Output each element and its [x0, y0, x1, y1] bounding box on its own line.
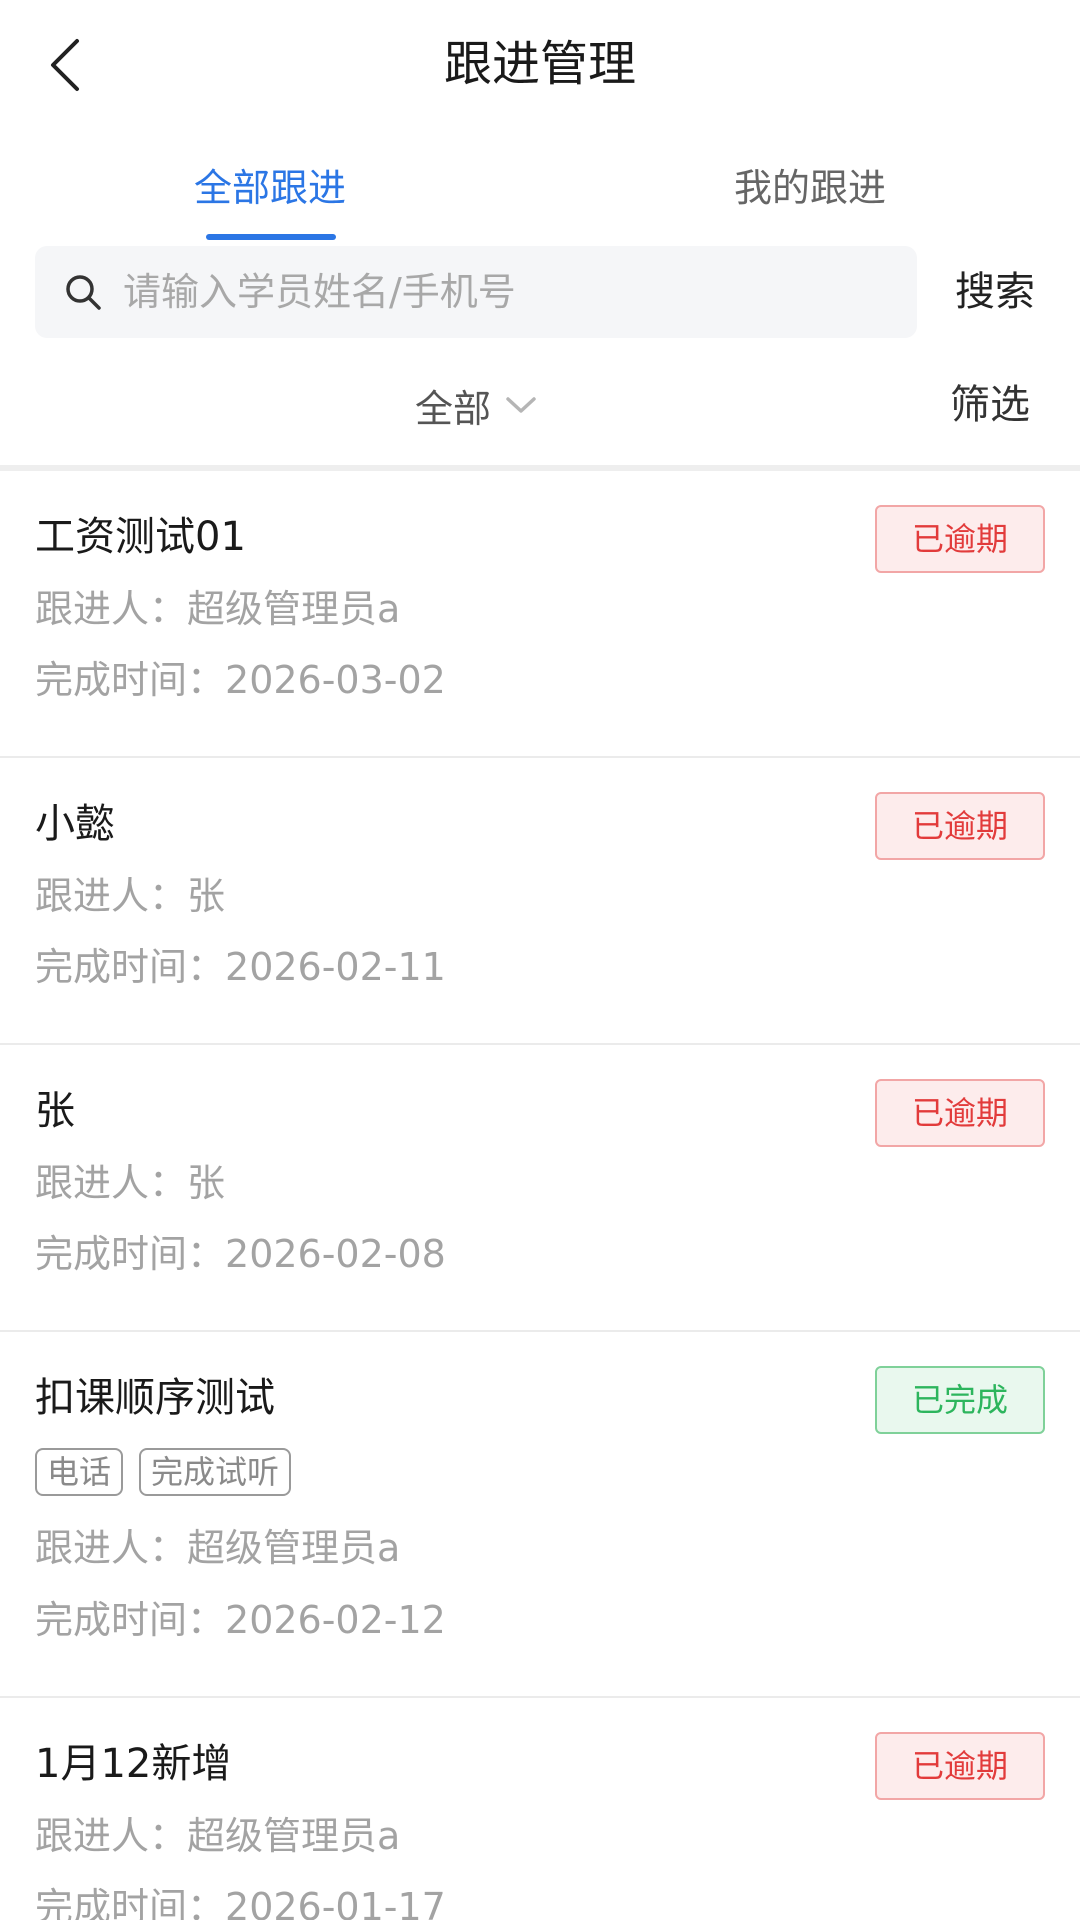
- finish-time-prefix: 完成时间：: [35, 658, 226, 702]
- finish-time-value: 2026-02-08: [225, 1232, 446, 1276]
- search-icon: [66, 275, 101, 310]
- follower-value: 张: [187, 1161, 226, 1205]
- follower-line: 跟进人：超级管理员a: [35, 1520, 400, 1576]
- status-badge: 已逾期: [875, 792, 1045, 860]
- page-title: 跟进管理: [443, 36, 636, 92]
- finish-time-line: 完成时间：2026-02-08: [35, 1226, 446, 1282]
- finish-time-line: 完成时间：2026-02-11: [35, 939, 446, 995]
- follower-prefix: 跟进人：: [35, 874, 188, 918]
- follower-prefix: 跟进人：: [35, 587, 188, 631]
- list-item[interactable]: 小懿 已逾期 跟进人：张 完成时间：2026-02-11: [0, 758, 1080, 1045]
- header: 跟进管理: [0, 0, 1080, 130]
- follower-prefix: 跟进人：: [35, 1814, 188, 1858]
- tag-row: 电话 完成试听: [35, 1448, 292, 1496]
- tag: 电话: [35, 1448, 124, 1496]
- status-badge: 已逾期: [875, 505, 1045, 573]
- filter-row: 全部 筛选: [0, 370, 1080, 440]
- follower-value: 张: [187, 874, 226, 918]
- search-box: [35, 246, 917, 338]
- list-item[interactable]: 张 已逾期 跟进人：张 完成时间：2026-02-08: [0, 1045, 1080, 1332]
- status-badge: 已完成: [875, 1366, 1045, 1434]
- student-name: 张: [35, 1088, 75, 1134]
- finish-time-prefix: 完成时间：: [35, 1885, 226, 1920]
- status-badge: 已逾期: [875, 1079, 1045, 1147]
- student-name: 小懿: [35, 801, 115, 847]
- chevron-down-icon: [506, 397, 536, 413]
- follower-prefix: 跟进人：: [35, 1161, 188, 1205]
- follower-prefix: 跟进人：: [35, 1526, 188, 1570]
- follower-value: 超级管理员a: [187, 1814, 401, 1858]
- finish-time-line: 完成时间：2026-02-12: [35, 1592, 446, 1648]
- active-tab-indicator: [206, 234, 336, 240]
- student-name: 扣课顺序测试: [35, 1375, 275, 1421]
- list-item[interactable]: 扣课顺序测试 已完成 电话 完成试听 跟进人：超级管理员a 完成时间：2026-…: [0, 1332, 1080, 1698]
- follower-line: 跟进人：张: [35, 1155, 225, 1211]
- finish-time-line: 完成时间：2026-01-17: [35, 1879, 446, 1920]
- follower-value: 超级管理员a: [187, 1526, 401, 1570]
- status-dropdown-label: 全部: [415, 386, 492, 431]
- search-input[interactable]: [121, 251, 885, 333]
- finish-time-prefix: 完成时间：: [35, 1598, 226, 1642]
- followup-list: 工资测试01 已逾期 跟进人：超级管理员a 完成时间：2026-03-02 小懿…: [0, 471, 1080, 1920]
- student-name: 1月12新增: [35, 1741, 232, 1787]
- tag: 完成试听: [139, 1448, 292, 1496]
- filter-button[interactable]: 筛选: [950, 370, 1030, 440]
- finish-time-value: 2026-02-11: [225, 945, 446, 989]
- follower-line: 跟进人：超级管理员a: [35, 1808, 400, 1864]
- follower-line: 跟进人：张: [35, 868, 225, 924]
- student-name: 工资测试01: [35, 514, 246, 560]
- status-dropdown[interactable]: 全部: [415, 370, 539, 440]
- list-item[interactable]: 1月12新增 已逾期 跟进人：超级管理员a 完成时间：2026-01-17: [0, 1698, 1080, 1920]
- finish-time-value: 2026-03-02: [225, 658, 446, 702]
- finish-time-prefix: 完成时间：: [35, 945, 226, 989]
- follower-line: 跟进人：超级管理员a: [35, 581, 400, 637]
- status-badge: 已逾期: [875, 1732, 1045, 1800]
- finish-time-line: 完成时间：2026-03-02: [35, 652, 446, 708]
- app-root: 跟进管理 全部跟进 我的跟进 搜索 全部 筛选 工资测试01 已逾期 跟进人：超…: [0, 0, 1080, 1920]
- finish-time-prefix: 完成时间：: [35, 1232, 226, 1276]
- search-button[interactable]: 搜索: [940, 256, 1050, 328]
- follower-value: 超级管理员a: [187, 587, 401, 631]
- tab-all-followups[interactable]: 全部跟进: [150, 150, 390, 240]
- tab-bar: 全部跟进 我的跟进: [0, 150, 1080, 240]
- finish-time-value: 2026-01-17: [225, 1885, 446, 1920]
- list-item[interactable]: 工资测试01 已逾期 跟进人：超级管理员a 完成时间：2026-03-02: [0, 471, 1080, 758]
- tab-my-followups[interactable]: 我的跟进: [690, 150, 930, 240]
- finish-time-value: 2026-02-12: [225, 1598, 446, 1642]
